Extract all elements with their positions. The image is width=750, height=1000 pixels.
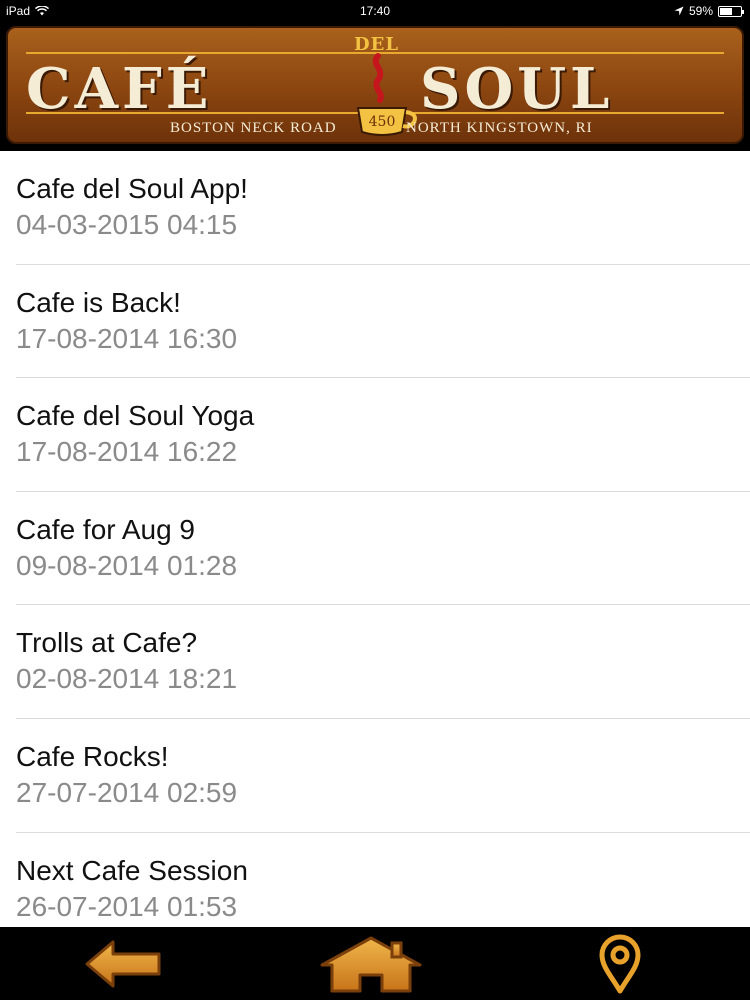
address-street: Boston Neck Road [170,120,337,136]
list-item[interactable]: Next Cafe Session 26-07-2014 01:53 [0,833,750,927]
post-title: Cafe del Soul Yoga [16,400,255,432]
home-button[interactable] [316,927,426,1000]
post-date: 04-03-2015 04:15 [16,209,238,240]
status-bar: iPad 17:40 59% [0,0,750,22]
post-date: 17-08-2014 16:22 [16,436,238,468]
post-title: Cafe del Soul App! [16,173,248,204]
status-right: 59% [674,4,744,18]
post-title: Cafe is Back! [16,286,181,318]
post-date: 09-08-2014 01:28 [16,549,238,581]
list-item[interactable]: Cafe del Soul Yoga 17-08-2014 16:22 [0,378,750,492]
post-date: 17-08-2014 16:30 [16,322,238,354]
battery-icon [718,5,744,17]
post-list[interactable]: Cafe del Soul App! 04-03-2015 04:15 Cafe… [0,151,750,927]
list-item[interactable]: Cafe del Soul App! 04-03-2015 04:15 [0,151,750,265]
home-icon [320,936,422,992]
location-arrow-icon [674,6,684,16]
list-item[interactable]: Cafe Rocks! 27-07-2014 02:59 [0,719,750,833]
back-button[interactable] [78,927,168,1000]
app-header: CAFÉ DEL 450 SOUL Boston Neck Road North… [0,22,750,151]
status-time: 17:40 [359,4,391,18]
cup-number: 450 [369,114,396,130]
cafe-logo-banner: CAFÉ DEL 450 SOUL Boston Neck Road North… [6,26,744,144]
logo-word-soul: SOUL [420,56,614,122]
back-arrow-icon [85,940,161,987]
post-title: Cafe for Aug 9 [16,513,196,545]
list-item[interactable]: Cafe is Back! 17-08-2014 16:30 [0,265,750,379]
address-city: North Kingstown, RI [406,120,593,136]
logo-word-cafe: CAFÉ [26,56,213,122]
post-title: Next Cafe Session [16,854,248,886]
post-title: Trolls at Cafe? [16,627,198,659]
bottom-toolbar [0,927,750,1000]
location-button[interactable] [590,927,650,1000]
post-date: 02-08-2014 18:21 [16,663,238,695]
post-title: Cafe Rocks! [16,740,169,772]
list-item[interactable]: Trolls at Cafe? 02-08-2014 18:21 [0,605,750,719]
map-pin-icon [599,934,641,993]
list-item[interactable]: Cafe for Aug 9 09-08-2014 01:28 [0,492,750,606]
battery-fill [720,7,732,15]
post-date: 26-07-2014 01:53 [16,890,238,922]
battery-percent: 59% [688,4,713,18]
post-date: 27-07-2014 02:59 [16,776,238,808]
